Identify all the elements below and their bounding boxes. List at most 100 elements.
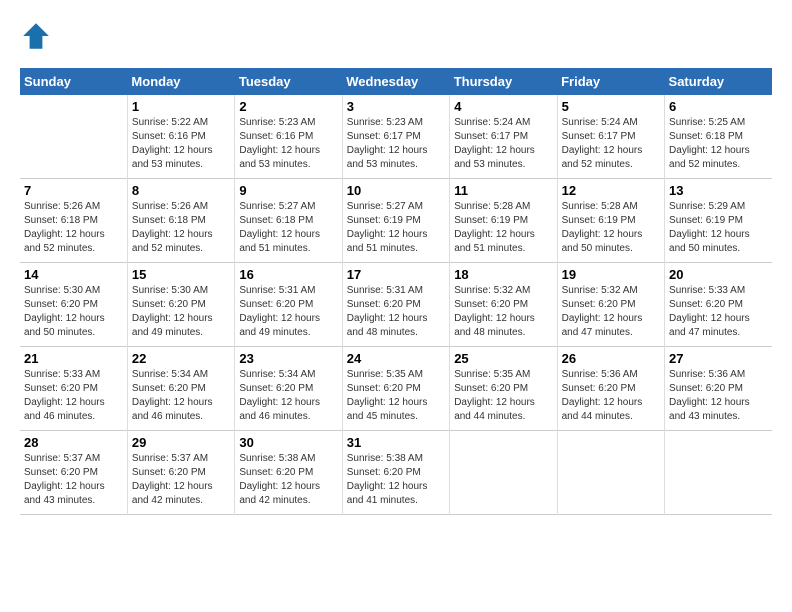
day-number: 30 (239, 435, 337, 450)
day-info: Sunrise: 5:26 AM Sunset: 6:18 PM Dayligh… (24, 200, 123, 256)
day-number: 22 (132, 351, 230, 366)
day-cell: 22 Sunrise: 5:34 AM Sunset: 6:20 PM Dayli… (127, 347, 234, 431)
day-info: Sunrise: 5:31 AM Sunset: 6:20 PM Dayligh… (239, 284, 337, 340)
day-number: 21 (24, 351, 123, 366)
week-row-2: 7 Sunrise: 5:26 AM Sunset: 6:18 PM Daylig… (20, 179, 772, 263)
day-info: Sunrise: 5:30 AM Sunset: 6:20 PM Dayligh… (132, 284, 230, 340)
day-info: Sunrise: 5:33 AM Sunset: 6:20 PM Dayligh… (24, 368, 123, 424)
day-info: Sunrise: 5:29 AM Sunset: 6:19 PM Dayligh… (669, 200, 768, 256)
day-info: Sunrise: 5:31 AM Sunset: 6:20 PM Dayligh… (347, 284, 445, 340)
day-number: 10 (347, 183, 445, 198)
header-row: SundayMondayTuesdayWednesdayThursdayFrid… (20, 68, 772, 95)
week-row-5: 28Sunrise: 5:37 AM Sunset: 6:20 PM Dayli… (20, 431, 772, 515)
day-cell: 15 Sunrise: 5:30 AM Sunset: 6:20 PM Dayli… (127, 263, 234, 347)
day-info: Sunrise: 5:27 AM Sunset: 6:19 PM Dayligh… (347, 200, 445, 256)
day-info: Sunrise: 5:33 AM Sunset: 6:20 PM Dayligh… (669, 284, 768, 340)
day-cell: 3Sunrise: 5:23 AM Sunset: 6:17 PM Daylig… (342, 95, 449, 179)
day-number: 31 (347, 435, 445, 450)
day-cell: 29 Sunrise: 5:37 AM Sunset: 6:20 PM Dayli… (127, 431, 234, 515)
day-info: Sunrise: 5:32 AM Sunset: 6:20 PM Dayligh… (562, 284, 660, 340)
day-number: 16 (239, 267, 337, 282)
week-row-4: 21 Sunrise: 5:33 AM Sunset: 6:20 PM Dayli… (20, 347, 772, 431)
day-number: 7 (24, 183, 123, 198)
day-info: Sunrise: 5:27 AM Sunset: 6:18 PM Dayligh… (239, 200, 337, 256)
day-info: Sunrise: 5:28 AM Sunset: 6:19 PM Dayligh… (562, 200, 660, 256)
day-number: 6 (669, 99, 768, 114)
day-info: Sunrise: 5:35 AM Sunset: 6:20 PM Dayligh… (454, 368, 552, 424)
day-info: Sunrise: 5:22 AM Sunset: 6:16 PM Dayligh… (132, 116, 230, 172)
day-number: 29 (132, 435, 230, 450)
day-cell: 12Sunrise: 5:28 AM Sunset: 6:19 PM Dayli… (557, 179, 664, 263)
day-cell: 2Sunrise: 5:23 AM Sunset: 6:16 PM Daylig… (235, 95, 342, 179)
day-cell: 10 Sunrise: 5:27 AM Sunset: 6:19 PM Dayli… (342, 179, 449, 263)
col-header-wednesday: Wednesday (342, 68, 449, 95)
day-info: Sunrise: 5:24 AM Sunset: 6:17 PM Dayligh… (562, 116, 660, 172)
day-info: Sunrise: 5:23 AM Sunset: 6:17 PM Dayligh… (347, 116, 445, 172)
col-header-thursday: Thursday (450, 68, 557, 95)
day-info: Sunrise: 5:36 AM Sunset: 6:20 PM Dayligh… (562, 368, 660, 424)
day-info: Sunrise: 5:34 AM Sunset: 6:20 PM Dayligh… (132, 368, 230, 424)
day-cell: 19 Sunrise: 5:32 AM Sunset: 6:20 PM Dayli… (557, 263, 664, 347)
week-row-3: 14 Sunrise: 5:30 AM Sunset: 6:20 PM Dayli… (20, 263, 772, 347)
day-cell: 11Sunrise: 5:28 AM Sunset: 6:19 PM Dayli… (450, 179, 557, 263)
day-info: Sunrise: 5:32 AM Sunset: 6:20 PM Dayligh… (454, 284, 552, 340)
day-cell: 28Sunrise: 5:37 AM Sunset: 6:20 PM Dayli… (20, 431, 127, 515)
day-cell: 7 Sunrise: 5:26 AM Sunset: 6:18 PM Daylig… (20, 179, 127, 263)
day-number: 26 (562, 351, 660, 366)
day-info: Sunrise: 5:23 AM Sunset: 6:16 PM Dayligh… (239, 116, 337, 172)
day-number: 8 (132, 183, 230, 198)
calendar-table: SundayMondayTuesdayWednesdayThursdayFrid… (20, 68, 772, 515)
day-cell: 14 Sunrise: 5:30 AM Sunset: 6:20 PM Dayli… (20, 263, 127, 347)
day-info: Sunrise: 5:34 AM Sunset: 6:20 PM Dayligh… (239, 368, 337, 424)
day-number: 20 (669, 267, 768, 282)
day-number: 23 (239, 351, 337, 366)
day-number: 9 (239, 183, 337, 198)
day-cell: 21 Sunrise: 5:33 AM Sunset: 6:20 PM Dayli… (20, 347, 127, 431)
logo (20, 20, 56, 52)
day-cell: 25Sunrise: 5:35 AM Sunset: 6:20 PM Dayli… (450, 347, 557, 431)
day-cell (20, 95, 127, 179)
day-info: Sunrise: 5:35 AM Sunset: 6:20 PM Dayligh… (347, 368, 445, 424)
calendar-body: 1 Sunrise: 5:22 AM Sunset: 6:16 PM Daylig… (20, 95, 772, 515)
day-cell: 9 Sunrise: 5:27 AM Sunset: 6:18 PM Daylig… (235, 179, 342, 263)
day-number: 1 (132, 99, 230, 114)
day-number: 17 (347, 267, 445, 282)
day-info: Sunrise: 5:26 AM Sunset: 6:18 PM Dayligh… (132, 200, 230, 256)
day-info: Sunrise: 5:37 AM Sunset: 6:20 PM Dayligh… (132, 452, 230, 508)
day-cell (557, 431, 664, 515)
day-cell: 17 Sunrise: 5:31 AM Sunset: 6:20 PM Dayli… (342, 263, 449, 347)
day-info: Sunrise: 5:37 AM Sunset: 6:20 PM Dayligh… (24, 452, 123, 508)
calendar-header: SundayMondayTuesdayWednesdayThursdayFrid… (20, 68, 772, 95)
day-number: 13 (669, 183, 768, 198)
day-cell: 6Sunrise: 5:25 AM Sunset: 6:18 PM Daylig… (665, 95, 772, 179)
logo-icon (20, 20, 52, 52)
col-header-monday: Monday (127, 68, 234, 95)
col-header-tuesday: Tuesday (235, 68, 342, 95)
day-cell: 31 Sunrise: 5:38 AM Sunset: 6:20 PM Dayli… (342, 431, 449, 515)
day-cell: 1 Sunrise: 5:22 AM Sunset: 6:16 PM Daylig… (127, 95, 234, 179)
week-row-1: 1 Sunrise: 5:22 AM Sunset: 6:16 PM Daylig… (20, 95, 772, 179)
day-number: 15 (132, 267, 230, 282)
day-cell: 18 Sunrise: 5:32 AM Sunset: 6:20 PM Dayli… (450, 263, 557, 347)
day-cell: 24Sunrise: 5:35 AM Sunset: 6:20 PM Dayli… (342, 347, 449, 431)
day-cell: 4 Sunrise: 5:24 AM Sunset: 6:17 PM Daylig… (450, 95, 557, 179)
day-cell: 30 Sunrise: 5:38 AM Sunset: 6:20 PM Dayli… (235, 431, 342, 515)
day-number: 18 (454, 267, 552, 282)
day-info: Sunrise: 5:38 AM Sunset: 6:20 PM Dayligh… (239, 452, 337, 508)
day-number: 5 (562, 99, 660, 114)
day-info: Sunrise: 5:38 AM Sunset: 6:20 PM Dayligh… (347, 452, 445, 508)
day-number: 4 (454, 99, 552, 114)
col-header-sunday: Sunday (20, 68, 127, 95)
header (20, 20, 772, 52)
day-number: 19 (562, 267, 660, 282)
col-header-saturday: Saturday (665, 68, 772, 95)
day-cell: 8 Sunrise: 5:26 AM Sunset: 6:18 PM Daylig… (127, 179, 234, 263)
day-cell: 26 Sunrise: 5:36 AM Sunset: 6:20 PM Dayli… (557, 347, 664, 431)
day-number: 14 (24, 267, 123, 282)
day-info: Sunrise: 5:30 AM Sunset: 6:20 PM Dayligh… (24, 284, 123, 340)
col-header-friday: Friday (557, 68, 664, 95)
day-info: Sunrise: 5:24 AM Sunset: 6:17 PM Dayligh… (454, 116, 552, 172)
day-cell (665, 431, 772, 515)
day-cell: 20 Sunrise: 5:33 AM Sunset: 6:20 PM Dayli… (665, 263, 772, 347)
day-cell: 27Sunrise: 5:36 AM Sunset: 6:20 PM Dayli… (665, 347, 772, 431)
